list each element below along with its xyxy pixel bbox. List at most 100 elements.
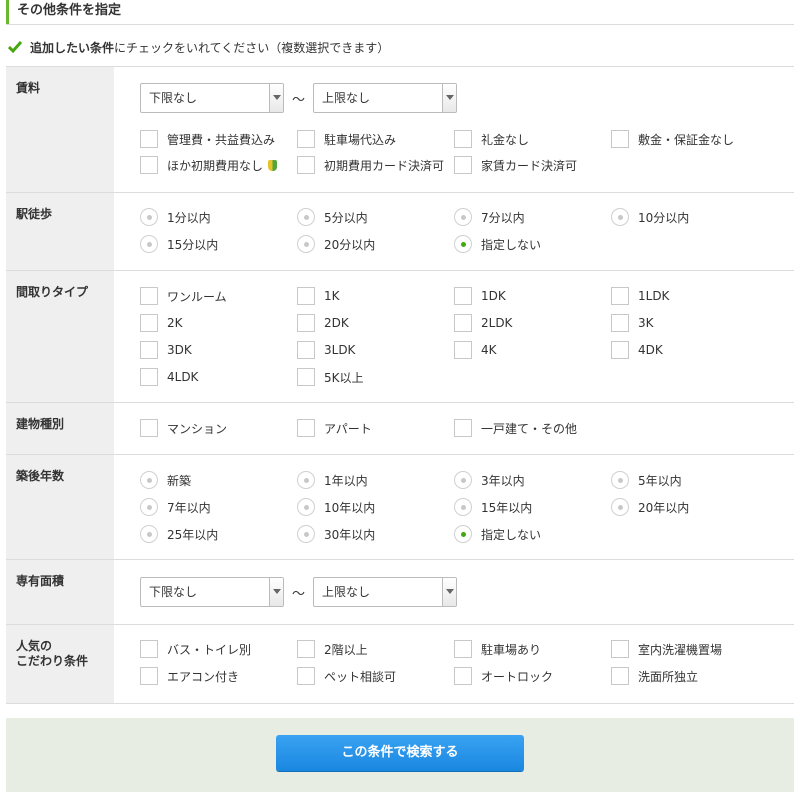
radio-button[interactable] [454, 471, 472, 489]
checkbox-box[interactable] [140, 667, 158, 685]
checkbox-layout-7[interactable]: 3K [611, 313, 654, 333]
checkbox-box[interactable] [454, 156, 472, 174]
radio-walk-5[interactable]: 20分以内 [297, 234, 375, 254]
checkbox-box[interactable] [454, 640, 472, 658]
checkbox-rent-1[interactable]: 駐車場代込み [297, 129, 396, 149]
checkbox-rent-6[interactable]: 家賃カード決済可 [454, 155, 577, 175]
radio-button[interactable] [297, 525, 315, 543]
checkbox-box[interactable] [611, 287, 629, 305]
checkbox-popular-4[interactable]: エアコン付き [140, 666, 239, 686]
checkbox-box[interactable] [454, 419, 472, 437]
checkbox-box[interactable] [140, 287, 158, 305]
checkbox-box[interactable] [611, 130, 629, 148]
radio-button[interactable] [297, 208, 315, 226]
area-min-select[interactable]: 下限なし [140, 577, 284, 607]
checkbox-box[interactable] [454, 314, 472, 332]
checkbox-popular-3[interactable]: 室内洗濯機置場 [611, 639, 722, 659]
radio-button[interactable] [297, 235, 315, 253]
radio-button[interactable] [611, 208, 629, 226]
radio-walk-3[interactable]: 10分以内 [611, 207, 689, 227]
checkbox-box[interactable] [297, 130, 315, 148]
checkbox-box[interactable] [611, 341, 629, 359]
checkbox-box[interactable] [297, 667, 315, 685]
radio-walk-1[interactable]: 5分以内 [297, 207, 368, 227]
checkbox-box[interactable] [297, 419, 315, 437]
checkbox-box[interactable] [140, 130, 158, 148]
checkbox-box[interactable] [297, 341, 315, 359]
checkbox-popular-5[interactable]: ペット相談可 [297, 666, 396, 686]
radio-age-5[interactable]: 10年以内 [297, 497, 375, 517]
radio-button[interactable] [454, 208, 472, 226]
checkbox-popular-0[interactable]: バス・トイレ別 [140, 639, 251, 659]
radio-button[interactable] [140, 208, 158, 226]
checkbox-popular-6[interactable]: オートロック [454, 666, 553, 686]
radio-button[interactable] [297, 498, 315, 516]
checkbox-box[interactable] [454, 667, 472, 685]
checkbox-rent-3[interactable]: 敷金・保証金なし [611, 129, 734, 149]
radio-age-1[interactable]: 1年以内 [297, 470, 368, 490]
radio-walk-0[interactable]: 1分以内 [140, 207, 211, 227]
checkbox-rent-2[interactable]: 礼金なし [454, 129, 529, 149]
checkbox-popular-7[interactable]: 洗面所独立 [611, 666, 698, 686]
checkbox-layout-3[interactable]: 1LDK [611, 286, 669, 306]
checkbox-box[interactable] [140, 314, 158, 332]
checkbox-layout-6[interactable]: 2LDK [454, 313, 512, 333]
radio-button[interactable] [297, 471, 315, 489]
checkbox-box[interactable] [140, 640, 158, 658]
checkbox-layout-5[interactable]: 2DK [297, 313, 349, 333]
area-max-select[interactable]: 上限なし [313, 577, 457, 607]
radio-button-selected[interactable] [454, 525, 472, 543]
checkbox-box[interactable] [454, 130, 472, 148]
checkbox-layout-0[interactable]: ワンルーム [140, 286, 227, 306]
checkbox-layout-1[interactable]: 1K [297, 286, 340, 306]
radio-age-2[interactable]: 3年以内 [454, 470, 525, 490]
radio-walk-4[interactable]: 15分以内 [140, 234, 218, 254]
radio-button[interactable] [140, 498, 158, 516]
checkbox-rent-4[interactable]: ほか初期費用なし [140, 155, 278, 175]
search-button[interactable]: この条件で検索する [276, 735, 524, 771]
rent-min-select[interactable]: 下限なし [140, 83, 284, 113]
checkbox-layout-11[interactable]: 4DK [611, 340, 663, 360]
checkbox-box[interactable] [140, 341, 158, 359]
checkbox-rent-0[interactable]: 管理費・共益費込み [140, 129, 275, 149]
checkbox-layout-9[interactable]: 3LDK [297, 340, 355, 360]
checkbox-box[interactable] [611, 314, 629, 332]
radio-age-3[interactable]: 5年以内 [611, 470, 682, 490]
checkbox-layout-12[interactable]: 4LDK [140, 367, 198, 387]
checkbox-box[interactable] [611, 640, 629, 658]
radio-walk-2[interactable]: 7分以内 [454, 207, 525, 227]
checkbox-layout-2[interactable]: 1DK [454, 286, 506, 306]
checkbox-layout-13[interactable]: 5K以上 [297, 367, 364, 387]
radio-button[interactable] [611, 471, 629, 489]
checkbox-box[interactable] [297, 156, 315, 174]
radio-age-10[interactable]: 指定しない [454, 524, 541, 544]
radio-button[interactable] [140, 235, 158, 253]
checkbox-box[interactable] [140, 368, 158, 386]
checkbox-box[interactable] [140, 156, 158, 174]
radio-button-selected[interactable] [454, 235, 472, 253]
radio-age-6[interactable]: 15年以内 [454, 497, 532, 517]
radio-button[interactable] [140, 471, 158, 489]
checkbox-building-2[interactable]: 一戸建て・その他 [454, 418, 577, 438]
checkbox-box[interactable] [297, 368, 315, 386]
checkbox-box[interactable] [297, 640, 315, 658]
radio-button[interactable] [140, 525, 158, 543]
checkbox-box[interactable] [454, 341, 472, 359]
radio-age-7[interactable]: 20年以内 [611, 497, 689, 517]
checkbox-box[interactable] [454, 287, 472, 305]
radio-age-0[interactable]: 新築 [140, 470, 191, 490]
radio-age-9[interactable]: 30年以内 [297, 524, 375, 544]
checkbox-box[interactable] [297, 314, 315, 332]
checkbox-layout-4[interactable]: 2K [140, 313, 183, 333]
checkbox-rent-5[interactable]: 初期費用カード決済可 [297, 155, 444, 175]
radio-button[interactable] [611, 498, 629, 516]
rent-max-select[interactable]: 上限なし [313, 83, 457, 113]
checkbox-popular-2[interactable]: 駐車場あり [454, 639, 541, 659]
checkbox-box[interactable] [611, 667, 629, 685]
checkbox-popular-1[interactable]: 2階以上 [297, 639, 368, 659]
checkbox-building-1[interactable]: アパート [297, 418, 372, 438]
checkbox-building-0[interactable]: マンション [140, 418, 227, 438]
radio-age-8[interactable]: 25年以内 [140, 524, 218, 544]
checkbox-box[interactable] [297, 287, 315, 305]
radio-button[interactable] [454, 498, 472, 516]
